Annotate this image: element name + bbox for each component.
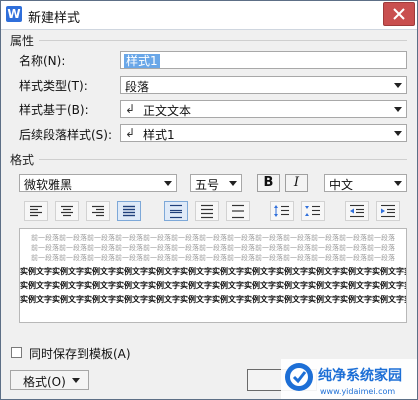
increase-paragraph-spacing-button[interactable] [270, 201, 294, 221]
chevron-down-icon [394, 131, 402, 136]
align-right-icon [92, 205, 104, 217]
one-half-line-spacing-button[interactable] [195, 201, 219, 221]
language-select[interactable]: 中文 [324, 174, 407, 192]
paragraph-mark-icon: ↲ [125, 126, 136, 140]
site-watermark: 纯净系统家园 www.yidaimei.com [281, 359, 417, 399]
based-on-value: 正文文本 [143, 104, 192, 118]
font-family-value: 微软雅黑 [24, 178, 73, 192]
svg-text:纯净系统家园: 纯净系统家园 [318, 367, 402, 384]
name-input-value: 样式1 [124, 54, 160, 68]
chevron-down-icon [72, 378, 80, 383]
single-spacing-icon [170, 204, 182, 219]
properties-divider [39, 40, 407, 41]
dialog-title: 新建样式 [28, 11, 81, 26]
chevron-down-icon [164, 181, 172, 186]
decrease-spacing-icon [305, 205, 320, 216]
single-line-spacing-button[interactable] [164, 201, 188, 221]
save-to-template-checkbox[interactable] [11, 347, 22, 358]
font-size-select[interactable]: 五号 [190, 174, 242, 192]
next-style-value: 样式1 [143, 128, 175, 142]
svg-text:www.yidaimei.com: www.yidaimei.com [320, 387, 395, 396]
style-type-select[interactable]: 段落 [120, 76, 407, 94]
justify-button[interactable] [117, 201, 141, 221]
align-center-icon [61, 205, 73, 217]
close-button[interactable] [383, 2, 415, 26]
language-value: 中文 [329, 178, 354, 192]
bold-button[interactable]: B [257, 174, 280, 192]
style-type-label: 样式类型(T): [19, 79, 88, 93]
decrease-indent-button[interactable] [345, 201, 369, 221]
format-menu-button[interactable]: 格式(O) [10, 370, 89, 390]
chevron-down-icon [394, 107, 402, 112]
chevron-down-icon [229, 181, 237, 186]
align-right-button[interactable] [86, 201, 110, 221]
font-family-select[interactable]: 微软雅黑 [19, 174, 177, 192]
properties-section-label: 属性 [10, 34, 35, 48]
save-to-template-label: 同时保存到模板(A) [29, 347, 131, 361]
align-left-button[interactable] [24, 201, 48, 221]
wps-writer-icon: W [6, 6, 22, 22]
format-menu-label: 格式(O) [23, 375, 66, 389]
style-type-value: 段落 [125, 80, 150, 94]
paragraph-mark-icon: ↲ [125, 102, 136, 116]
style-preview-pane: 前一段落前一段落前一段落前一段落前一段落前一段落前一段落前一段落前一段落前一段落… [19, 228, 407, 323]
decrease-paragraph-spacing-button[interactable] [301, 201, 325, 221]
previous-paragraph-line: 前一段落前一段落前一段落前一段落前一段落前一段落前一段落前一段落前一段落前一段落… [31, 244, 395, 252]
align-justify-icon [123, 205, 135, 217]
double-spacing-icon [232, 204, 244, 219]
previous-paragraph-line: 前一段落前一段落前一段落前一段落前一段落前一段落前一段落前一段落前一段落前一段落… [31, 234, 395, 242]
sample-text-line: 实例文字实例文字实例文字实例文字实例文字实例文字实例文字实例文字实例文字实例文字… [20, 267, 406, 276]
align-center-button[interactable] [55, 201, 79, 221]
increase-indent-button[interactable] [376, 201, 400, 221]
sample-text-line: 实例文字实例文字实例文字实例文字实例文字实例文字实例文字实例文字实例文字实例文字… [20, 295, 406, 304]
based-on-label: 样式基于(B): [19, 103, 89, 117]
increase-indent-icon [381, 204, 395, 218]
name-label: 名称(N): [19, 54, 66, 68]
one-half-spacing-icon [201, 204, 213, 219]
align-left-icon [30, 205, 42, 217]
decrease-indent-icon [350, 204, 364, 218]
previous-paragraph-line: 前一段落前一段落前一段落前一段落前一段落前一段落前一段落前一段落前一段落前一段落… [31, 254, 395, 262]
title-bar: W 新建样式 [1, 1, 417, 30]
new-style-dialog: W 新建样式 属性 名称(N): 样式1 样式类型(T): 段落 样式基于(B)… [0, 0, 418, 400]
format-divider [39, 159, 407, 160]
format-section-label: 格式 [10, 153, 35, 167]
watermark-logo: 纯净系统家园 www.yidaimei.com [281, 359, 417, 399]
based-on-select[interactable]: ↲ 正文文本 [120, 100, 407, 118]
sample-text-line: 实例文字实例文字实例文字实例文字实例文字实例文字实例文字实例文字实例文字实例文字… [20, 281, 406, 290]
next-style-select[interactable]: ↲ 样式1 [120, 124, 407, 142]
font-size-value: 五号 [195, 178, 220, 192]
italic-button[interactable]: I [285, 174, 308, 192]
increase-spacing-icon [274, 205, 289, 217]
next-style-label: 后续段落样式(S): [19, 128, 113, 142]
double-line-spacing-button[interactable] [226, 201, 250, 221]
name-input[interactable]: 样式1 [120, 51, 407, 69]
close-icon [393, 8, 405, 20]
chevron-down-icon [394, 181, 402, 186]
chevron-down-icon [394, 83, 402, 88]
